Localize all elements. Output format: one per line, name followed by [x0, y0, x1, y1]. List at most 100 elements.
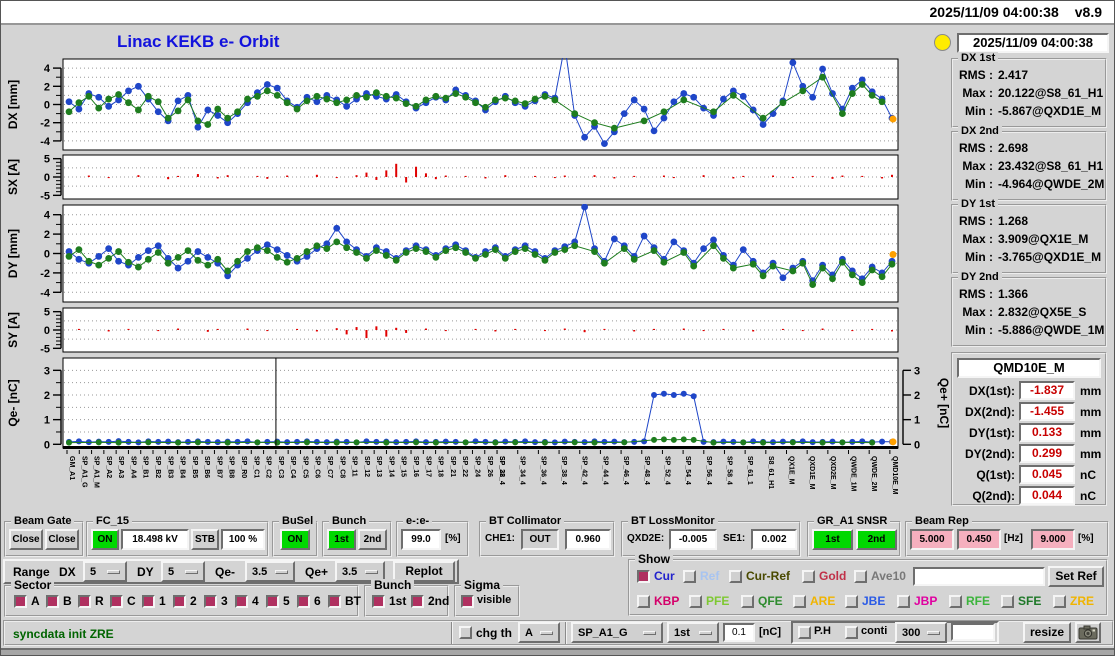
threshold-input[interactable] [723, 623, 755, 642]
option-menu-glyph [540, 631, 553, 635]
ee-ratio-unit: [%] [445, 533, 461, 544]
sector-bt-checkbox[interactable] [328, 595, 341, 608]
chg-th-checkbox[interactable] [459, 626, 472, 639]
option-menu-glyph [699, 631, 712, 635]
beam-rep-value-1: 5.000 [910, 529, 954, 550]
show-ave10-checkbox[interactable] [854, 570, 867, 583]
svg-text:1: 1 [914, 415, 920, 427]
titlebar-time: 2025/11/09 04:00:38 [930, 4, 1059, 20]
option-menu-glyph [927, 631, 940, 635]
show-qfe-label: QFE [758, 594, 783, 608]
sector-b-checkbox[interactable] [46, 595, 59, 608]
ph-checkbox[interactable] [798, 626, 811, 639]
svg-text:SP_C1: SP_C1 [252, 456, 259, 478]
range-dy-select[interactable]: 5 [161, 561, 205, 582]
sector-4-checkbox[interactable] [235, 595, 248, 608]
ee-ratio-value[interactable]: 99.0 [401, 529, 441, 550]
sector-1-checkbox[interactable] [142, 595, 155, 608]
resize-button[interactable]: resize [1023, 622, 1071, 643]
svg-text:Qe+ [nC]: Qe+ [nC] [937, 378, 951, 428]
option-menu-glyph [107, 570, 120, 574]
sector-3-checkbox[interactable] [204, 595, 217, 608]
beam-rep-value-2: 0.450 [957, 529, 1001, 550]
sector-group: Sector A B R C 1 2 3 4 5 6 BT [4, 585, 359, 617]
range-dx-select[interactable]: 5 [83, 561, 127, 582]
page-title: Linac KEKB e- Orbit [117, 32, 279, 52]
sp-monitor-select[interactable]: SP_A1_G [571, 622, 663, 643]
svg-text:SP_58_4: SP_58_4 [725, 456, 732, 485]
bunch-2nd-checkbox[interactable] [411, 595, 424, 608]
svg-text:SP_A2: SP_A2 [105, 456, 112, 478]
busel-on-button[interactable]: ON [280, 529, 310, 550]
dy-1st-stats: DY 1st RMS :1.268 Max :3.909@QX1E_M Min … [951, 204, 1107, 274]
show-zre-checkbox[interactable] [1053, 595, 1066, 608]
show-pfe-checkbox[interactable] [689, 595, 702, 608]
show-kbp-checkbox[interactable] [637, 595, 650, 608]
svg-text:SP_R0: SP_R0 [240, 456, 247, 478]
range-qem-select[interactable]: 3.5 [245, 561, 295, 582]
show-qfe-checkbox[interactable] [741, 595, 754, 608]
set-ref-button[interactable]: Set Ref [1048, 566, 1104, 587]
show-kbp-label: KBP [654, 594, 679, 608]
bunch-2nd-button[interactable]: 2nd [358, 529, 387, 550]
qmd-row-label: DX(2nd): [953, 405, 1015, 419]
extra-input[interactable] [951, 623, 995, 641]
group-title: e-:e- [403, 515, 432, 528]
ref-file-input[interactable] [913, 567, 1045, 586]
bunch-number-select[interactable]: 1st [667, 622, 719, 643]
show-cur-checkbox[interactable] [637, 570, 650, 583]
snsr-1st-button[interactable]: 1st [812, 529, 853, 550]
show-sfe-label: SFE [1018, 594, 1041, 608]
svg-text:SP_22: SP_22 [461, 456, 468, 477]
show-cur-ref-checkbox[interactable] [729, 570, 742, 583]
svg-text:-5: -5 [40, 190, 50, 200]
snsr-2nd-button[interactable]: 2nd [856, 529, 897, 550]
show-jbe-checkbox[interactable] [845, 595, 858, 608]
fc15-on-button[interactable]: ON [91, 529, 119, 550]
sector-2-checkbox[interactable] [173, 595, 186, 608]
sector-a-checkbox[interactable] [14, 595, 27, 608]
sector-r-checkbox[interactable] [78, 595, 91, 608]
svg-text:SP_48_4: SP_48_4 [643, 456, 650, 485]
che1-position-value: 0.960 [565, 529, 611, 550]
qmd-row-unit: nC [1080, 468, 1096, 482]
svg-text:0: 0 [44, 100, 50, 112]
che1-out-state[interactable]: OUT [521, 529, 559, 550]
points-select[interactable]: 300 [895, 622, 947, 643]
beam-gate-close-2-button[interactable]: Close [45, 529, 79, 550]
beam-gate-close-1-button[interactable]: Close [9, 529, 43, 550]
svg-text:SP_B4: SP_B4 [179, 456, 186, 478]
sector-5-checkbox[interactable] [266, 595, 279, 608]
qmd-row-label: DX(1st): [953, 384, 1015, 398]
show-rfe-checkbox[interactable] [949, 595, 962, 608]
show-gold-checkbox[interactable] [802, 570, 815, 583]
qmd-monitor-panel: QMD10E_M DX(1st): -1.837 mm DX(2nd): -1.… [951, 352, 1107, 506]
range-qep-label: Qe+ [305, 565, 328, 579]
conti-checkbox[interactable] [845, 626, 858, 639]
group-title: Sigma [461, 579, 503, 592]
fc15-stb-button[interactable]: STB [191, 529, 219, 550]
svg-text:SP_56_4: SP_56_4 [705, 456, 712, 485]
svg-text:SP_46_4: SP_46_4 [622, 456, 629, 485]
show-jbp-checkbox[interactable] [897, 595, 910, 608]
show-rfe-label: RFE [966, 594, 990, 608]
show-sfe-checkbox[interactable] [1001, 595, 1014, 608]
svg-text:SP_14: SP_14 [387, 456, 394, 477]
sector-r-label: R [95, 594, 104, 608]
bunch-1st-button[interactable]: 1st [327, 529, 356, 550]
screenshot-button[interactable] [1075, 622, 1101, 643]
sector-6-checkbox[interactable] [297, 595, 310, 608]
option-menu-glyph [185, 570, 198, 574]
chg-th-select[interactable]: A [518, 622, 560, 643]
svg-text:SP_61_1: SP_61_1 [746, 456, 753, 485]
sigma-visible-checkbox[interactable] [461, 595, 474, 608]
svg-text:SP_54_4: SP_54_4 [684, 456, 691, 485]
sx-steering-plot: 50-5SX [A] [1, 154, 951, 200]
qmd-row-value: 0.045 [1019, 465, 1075, 484]
dx-orbit-plot: 420-2-4DX [mm] [1, 58, 951, 151]
show-ref-checkbox[interactable] [683, 570, 696, 583]
sector-c-checkbox[interactable] [110, 595, 123, 608]
svg-text:SP_B8: SP_B8 [228, 456, 235, 478]
bunch-1st-checkbox[interactable] [372, 595, 385, 608]
show-are-checkbox[interactable] [793, 595, 806, 608]
